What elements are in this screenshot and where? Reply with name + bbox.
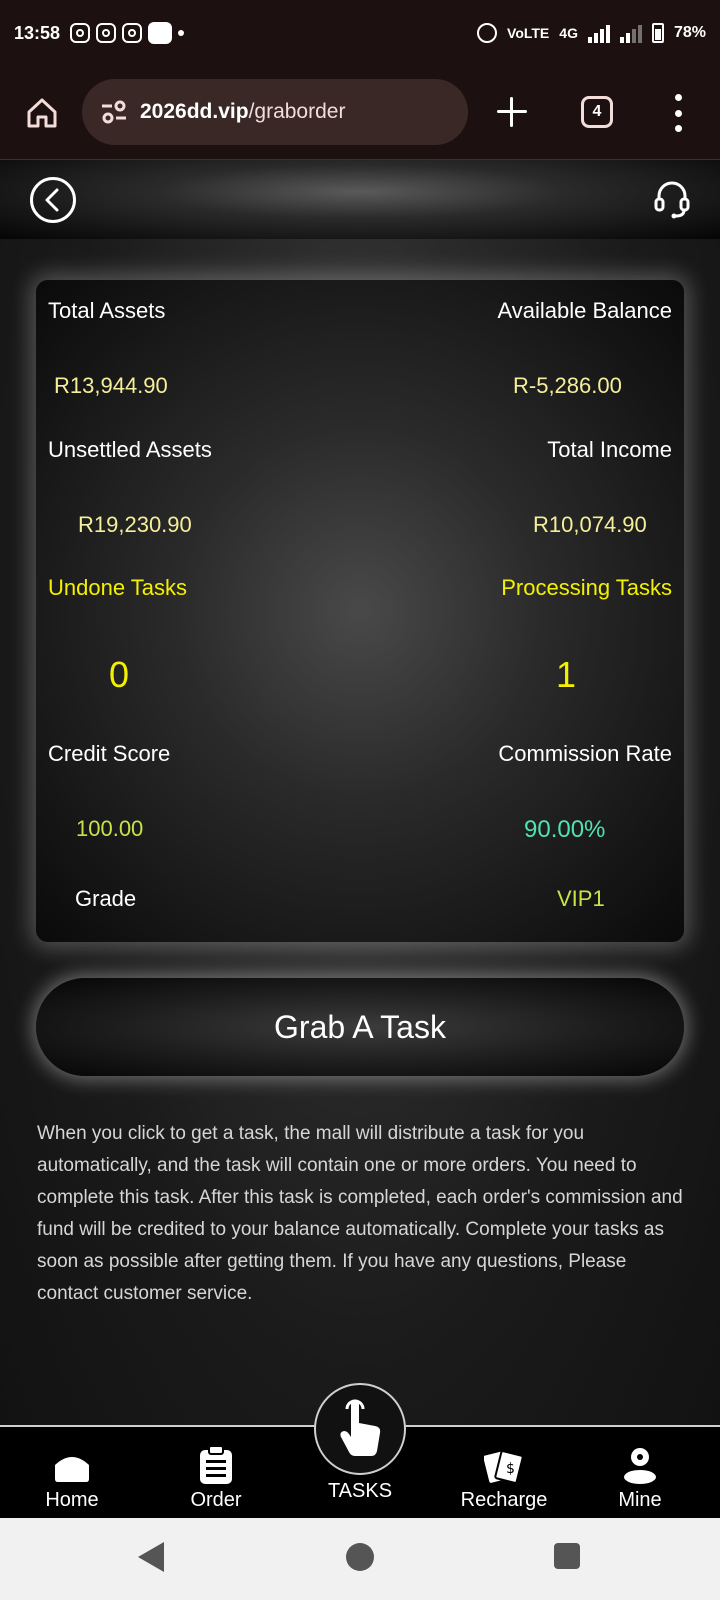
grab-task-button[interactable]: Grab A Task [36, 978, 684, 1076]
nav-recharge[interactable]: $ Recharge [452, 1427, 556, 1520]
total-assets-label: Total Assets [48, 298, 166, 323]
account-stats-card: Total Assets Available Balance R13,944.9… [36, 280, 684, 942]
tab-switcher-button[interactable]: 4 [581, 96, 613, 128]
url-path: /graborder [248, 100, 346, 123]
task-description: When you click to get a task, the mall w… [37, 1123, 683, 1304]
customer-service-icon[interactable] [654, 180, 690, 220]
recharge-icon: $ [484, 1450, 524, 1484]
unsettled-assets-value: R19,230.90 [78, 512, 192, 537]
unsettled-assets-label: Unsettled Assets [48, 437, 212, 462]
new-tab-button[interactable] [494, 94, 530, 130]
nav-order[interactable]: Order [176, 1427, 256, 1520]
address-bar[interactable]: 2026dd.vip/graborder [82, 79, 468, 145]
credit-score-label: Credit Score [48, 741, 171, 766]
total-income-label: Total Income [547, 437, 672, 462]
nav-mine[interactable]: Mine [600, 1427, 680, 1520]
status-time: 13:58 [14, 22, 61, 43]
url-text[interactable]: 2026dd.vip/graborder [140, 100, 345, 124]
status-right: VoLTE 4G 78% [477, 23, 706, 43]
processing-tasks-value: 1 [556, 654, 577, 695]
back-button[interactable] [30, 177, 76, 223]
clipboard-icon [200, 1445, 232, 1484]
site-settings-icon[interactable] [100, 100, 128, 124]
instagram-icon [70, 23, 91, 43]
nav-home-label: Home [45, 1489, 99, 1511]
available-balance-label: Available Balance [497, 298, 673, 323]
nav-tasks-button[interactable] [314, 1383, 406, 1475]
user-icon [624, 1448, 656, 1484]
page-header [0, 160, 720, 239]
undone-tasks-value: 0 [109, 654, 130, 695]
grade-label: Grade [75, 886, 137, 911]
more-notifications-icon [178, 30, 185, 36]
network-type: 4G [559, 25, 578, 41]
instagram-icon [96, 23, 117, 43]
alarm-icon [477, 23, 498, 43]
available-balance-value: R-5,286.00 [513, 373, 622, 398]
credit-score-value: 100.00 [76, 816, 144, 841]
volte-label: VoLTE [507, 25, 550, 41]
notification-icons [70, 22, 185, 44]
grade-value: VIP1 [557, 886, 605, 911]
chevron-left-icon [45, 188, 59, 212]
instagram-icon [122, 23, 143, 43]
nav-mine-label: Mine [618, 1489, 662, 1511]
signal-icon [619, 23, 642, 43]
battery-level: 78% [673, 24, 706, 41]
total-income-value: R10,074.90 [533, 512, 647, 537]
total-assets-value: R13,944.90 [54, 373, 168, 398]
system-recents-icon[interactable] [554, 1543, 580, 1569]
nav-recharge-label: Recharge [460, 1489, 548, 1511]
signal-icon [587, 23, 610, 43]
undone-tasks-label: Undone Tasks [48, 575, 188, 600]
system-navigation-bar [0, 1518, 720, 1600]
commission-rate-label: Commission Rate [498, 741, 672, 766]
nav-tasks-label: TASKS [327, 1480, 393, 1502]
browser-menu-button[interactable] [670, 94, 686, 132]
browser-home-button[interactable] [22, 93, 62, 133]
battery-icon [651, 23, 664, 43]
page-content: Total Assets Available Balance R13,944.9… [0, 160, 720, 1518]
browser-toolbar: 2026dd.vip/graborder 4 [0, 66, 720, 160]
app-notification-icon [148, 22, 173, 44]
url-domain: 2026dd.vip [140, 100, 249, 123]
nav-order-label: Order [190, 1489, 242, 1511]
home-icon [27, 98, 57, 127]
home-icon [55, 1457, 89, 1482]
system-home-icon[interactable] [346, 1543, 374, 1571]
nav-home[interactable]: Home [32, 1427, 112, 1520]
commission-rate-value: 90.00% [524, 816, 606, 843]
status-bar: 13:58 VoLTE 4G 78% [0, 0, 720, 66]
svg-text:$: $ [506, 1461, 515, 1477]
processing-tasks-label: Processing Tasks [501, 575, 672, 600]
system-back-icon[interactable] [138, 1542, 164, 1572]
hand-pointer-icon [340, 1399, 381, 1456]
